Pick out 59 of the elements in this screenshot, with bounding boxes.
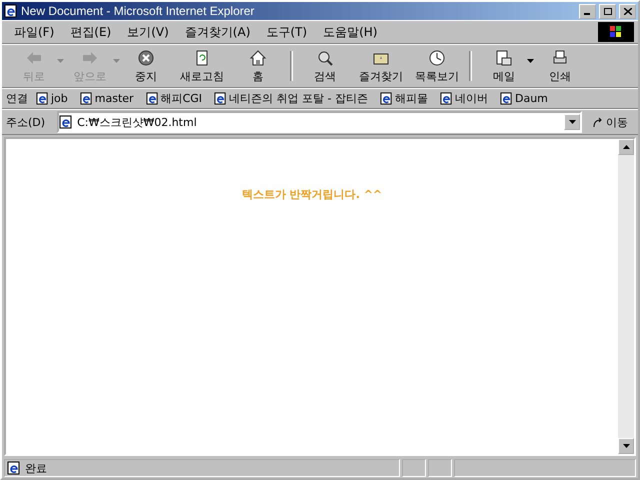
dropdown-button[interactable] [564,114,580,130]
maximize-button[interactable] [599,4,616,18]
toolbar-button[interactable]: 새로고침 [174,47,230,85]
scrollbar[interactable] [618,139,634,454]
link-item[interactable]: Daum [500,92,548,105]
toolbar-button[interactable]: 즐겨찾기 [353,47,409,85]
close-button[interactable] [619,4,636,18]
window-title: New Document - Microsoft Internet Explorer [21,4,256,18]
menu-item[interactable]: 보기(V) [119,20,177,44]
toolbar-button[interactable]: 인쇄 [532,47,588,85]
link-item[interactable]: 해피몰 [380,91,428,106]
maximize-icon [604,8,612,14]
down-arrow-icon [568,120,576,124]
menu-item[interactable]: 편집(E) [62,20,120,44]
history-icon [428,48,446,66]
menu-item[interactable]: 파일(F) [6,20,62,44]
minimize-button[interactable] [579,4,596,18]
menu-item[interactable]: 도구(T) [258,20,316,44]
flag-icon [609,25,623,39]
blinking-text: 텍스트가 반짝거립니다. ^^ [242,187,382,203]
home-icon [249,48,267,66]
status-panel [428,459,452,477]
browser-page-icon [380,92,393,105]
browser-page-icon [59,115,74,129]
toolbar-button[interactable]: 목록보기 [409,47,465,85]
browser-page-icon [80,92,93,105]
scroll-up-button[interactable] [618,139,634,155]
toolbar-button[interactable]: 검색 [297,47,353,85]
links-label: 연결 [6,91,28,106]
browser-page-icon [4,4,18,18]
arrow-icon [592,116,604,128]
go-button[interactable]: 이동 [586,114,634,130]
menu-item[interactable]: 도움말(H) [315,20,386,44]
down-arrow-icon [622,444,630,448]
status-panel [402,459,426,477]
address-label: 주소(D) [6,114,46,130]
status-text: 완료 [25,460,47,476]
scroll-down-button[interactable] [618,438,634,454]
link-item[interactable]: 해피CGI [146,91,202,106]
link-item[interactable]: job [36,92,68,105]
browser-page-icon [440,92,453,105]
toolbar-button[interactable]: 중지 [118,47,174,85]
close-icon [624,8,632,14]
up-arrow-icon [622,145,630,149]
toolbar-button[interactable]: 메일 [476,47,532,85]
browser-page-icon [500,92,513,105]
print-icon [551,48,569,66]
mail-icon [495,48,513,66]
link-item[interactable]: 네티즌의 취업 포탈 - 잡티즌 [214,91,368,106]
toolbar-button[interactable]: 홈 [230,47,286,85]
browser-page-icon [146,92,159,105]
menu-item[interactable]: 즐겨찾기(A) [176,20,258,44]
search-icon [316,48,334,66]
link-item[interactable]: master [80,92,134,105]
browser-page-icon [36,92,49,105]
stop-icon [137,48,155,66]
address-field[interactable]: C:₩스크린샷₩02.html [57,111,582,133]
browser-page-icon [214,92,228,105]
link-item[interactable]: 네이버 [440,91,488,106]
